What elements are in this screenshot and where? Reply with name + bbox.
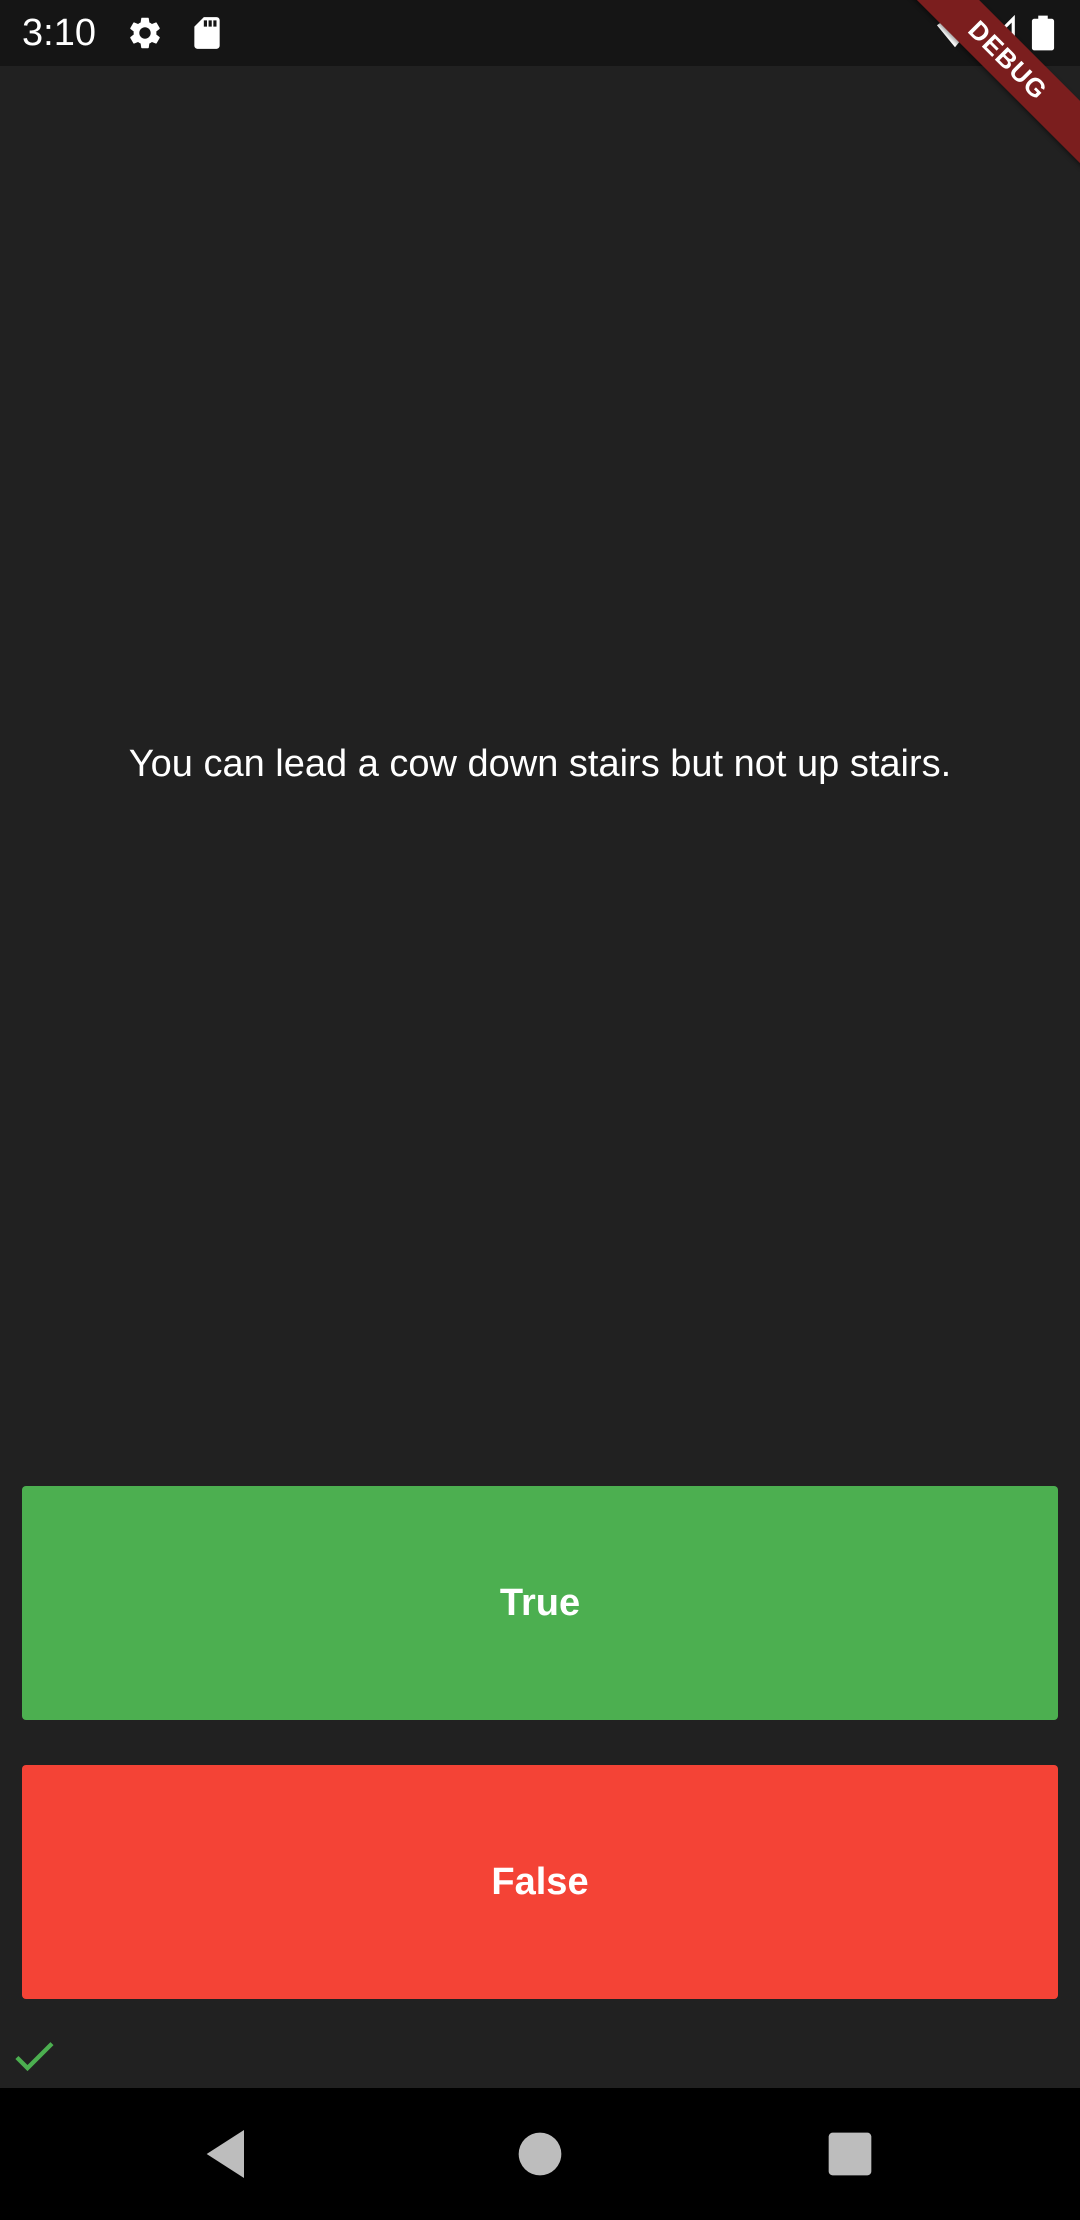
gear-icon	[126, 14, 164, 52]
score-keeper	[8, 2030, 60, 2082]
false-button-label: False	[491, 1860, 589, 1903]
recents-icon[interactable]	[818, 2122, 882, 2186]
status-time: 3:10	[22, 12, 96, 54]
check-icon	[8, 2030, 60, 2082]
back-icon[interactable]	[196, 2122, 260, 2186]
sd-card-icon	[188, 14, 226, 52]
true-button-label: True	[499, 1581, 581, 1624]
true-button[interactable]: True	[22, 1486, 1058, 1720]
false-button[interactable]: False	[22, 1765, 1058, 1999]
app-screen: 3:10 DEBUG You can lead a cow down stair…	[0, 0, 1080, 2220]
battery-icon	[1028, 14, 1058, 52]
home-icon[interactable]	[508, 2122, 572, 2186]
question-text: You can lead a cow down stairs but not u…	[128, 743, 952, 785]
navigation-bar	[0, 2088, 1080, 2220]
status-bar: 3:10 DEBUG	[0, 0, 1080, 168]
